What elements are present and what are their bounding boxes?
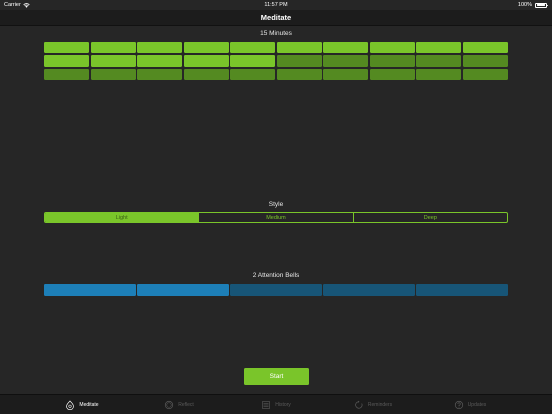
tab-history[interactable]: History [228, 395, 325, 414]
style-option-deep[interactable]: Deep [354, 213, 507, 222]
minute-cell[interactable] [230, 55, 276, 67]
bell-cell[interactable] [416, 284, 508, 296]
status-bar: Carrier 11:57 PM 100% [0, 0, 552, 10]
minute-cell[interactable] [183, 55, 229, 67]
minute-cell[interactable] [183, 68, 229, 80]
style-option-medium[interactable]: Medium [199, 213, 354, 222]
tab-meditate[interactable]: Meditate [34, 395, 131, 414]
minute-cell[interactable] [276, 42, 322, 54]
minute-cell[interactable] [462, 68, 508, 80]
tab-label: Meditate [79, 401, 99, 408]
minute-cell[interactable] [90, 42, 136, 54]
reminders-icon [354, 400, 364, 410]
tab-reminders[interactable]: Reminders [325, 395, 422, 414]
duration-grid [44, 42, 508, 80]
minute-cell[interactable] [90, 68, 136, 80]
tab-bar: Meditate Reflect History Reminders Updates [0, 394, 552, 414]
minute-cell[interactable] [462, 42, 508, 54]
status-right: 100% [517, 2, 548, 8]
reflect-icon [164, 400, 174, 410]
bell-cell[interactable] [323, 284, 415, 296]
tab-reflect[interactable]: Reflect [131, 395, 228, 414]
minute-cell[interactable] [90, 55, 136, 67]
minute-cell[interactable] [230, 42, 276, 54]
battery-percent: 100% [517, 2, 532, 8]
bells-selector [44, 284, 508, 296]
minute-cell[interactable] [369, 55, 415, 67]
minute-cell[interactable] [416, 42, 462, 54]
minute-cell[interactable] [462, 55, 508, 67]
bells-label: 2 Attention Bells [252, 272, 300, 279]
history-icon [261, 400, 271, 410]
minute-cell[interactable] [183, 42, 229, 54]
minute-cell[interactable] [230, 68, 276, 80]
tab-label: Updates [467, 401, 487, 408]
page-title: Meditate [260, 13, 292, 22]
start-button[interactable]: Start [244, 368, 309, 385]
minute-cell[interactable] [44, 55, 90, 67]
minute-cell[interactable] [416, 55, 462, 67]
status-time: 11:57 PM [264, 2, 288, 8]
minute-cell[interactable] [323, 68, 369, 80]
minute-cell[interactable] [369, 42, 415, 54]
minute-cell[interactable] [323, 55, 369, 67]
minute-cell[interactable] [44, 42, 90, 54]
updates-icon [454, 400, 464, 410]
bell-cell[interactable] [230, 284, 322, 296]
bell-cell[interactable] [44, 284, 136, 296]
style-option-light[interactable]: Light [45, 213, 200, 222]
minute-cell[interactable] [416, 68, 462, 80]
style-segmented-control: Light Medium Deep [44, 212, 508, 223]
tab-label: History [275, 401, 291, 408]
meditate-icon [65, 400, 75, 410]
minute-cell[interactable] [276, 55, 322, 67]
tab-updates[interactable]: Updates [422, 395, 519, 414]
style-label: Style [268, 201, 284, 208]
duration-label: 15 Minutes [260, 30, 292, 37]
minute-cell[interactable] [137, 68, 183, 80]
bell-cell[interactable] [137, 284, 229, 296]
minute-cell[interactable] [137, 42, 183, 54]
navigation-bar: Meditate [0, 10, 552, 26]
minute-cell[interactable] [44, 68, 90, 80]
minute-cell[interactable] [369, 68, 415, 80]
tab-label: Reflect [178, 401, 194, 408]
tab-label: Reminders [367, 401, 393, 408]
minute-cell[interactable] [323, 42, 369, 54]
minute-cell[interactable] [276, 68, 322, 80]
minute-cell[interactable] [137, 55, 183, 67]
battery-icon [535, 2, 548, 8]
